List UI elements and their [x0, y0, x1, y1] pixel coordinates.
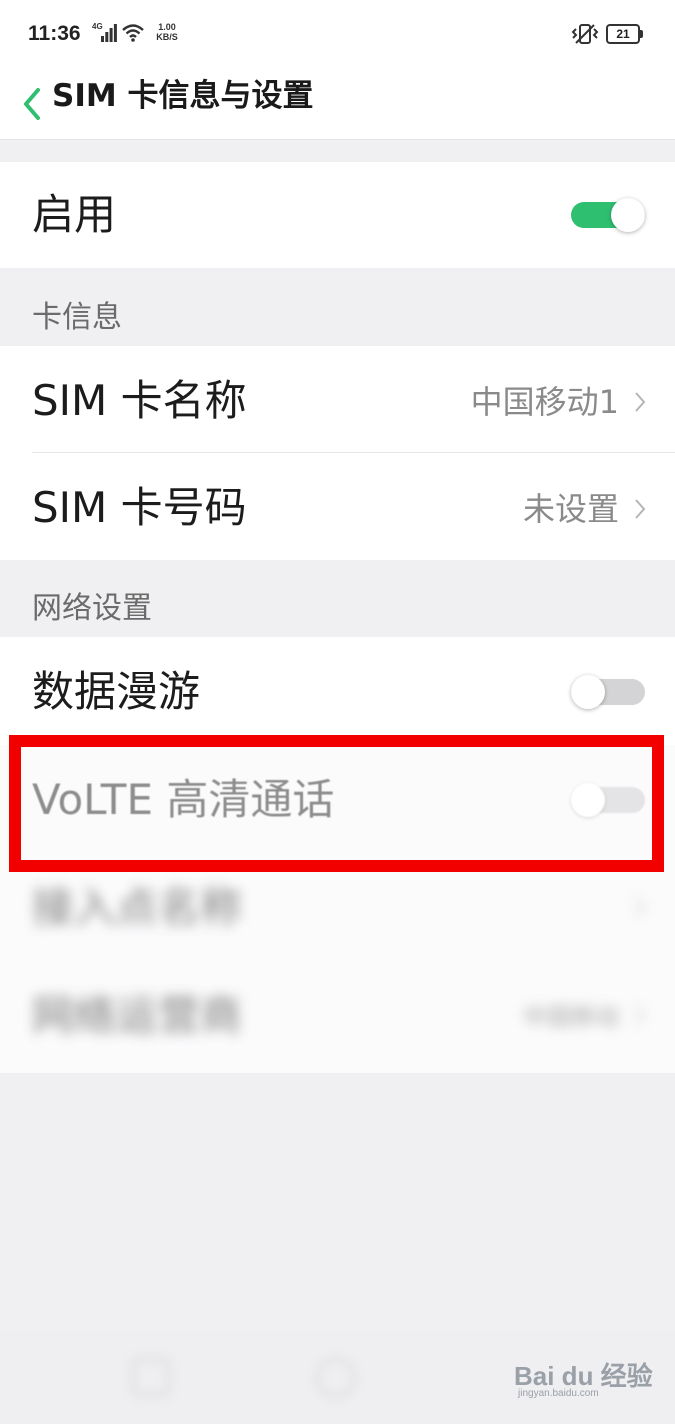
sim-number-value: 未设置	[522, 490, 619, 528]
watermark-url: jingyan.baidu.com	[518, 1388, 599, 1399]
card-info-section-title: 卡信息	[32, 300, 122, 335]
highlight-annotation-box	[9, 735, 664, 872]
sim-name-label: SIM 卡名称	[32, 376, 247, 425]
status-time: 11:36	[28, 22, 81, 45]
chevron-right-icon	[635, 499, 646, 519]
enable-sim-toggle[interactable]	[571, 198, 645, 232]
chevron-right-icon	[635, 392, 646, 412]
data-roaming-toggle[interactable]	[571, 675, 645, 709]
chevron-right-icon	[635, 1005, 646, 1025]
card-info-group: SIM 卡名称 中国移动1 SIM 卡号码 未设置	[0, 346, 675, 560]
status-bar: 11:36 4G 1.00 KB/S 21	[0, 0, 675, 70]
baidu-jingyan-watermark: Bai du 经验 jingyan.baidu.com	[514, 1350, 654, 1400]
network-speed: 1.00 KB/S	[150, 22, 184, 42]
battery-indicator: 21	[606, 24, 644, 44]
title-bar: SIM 卡信息与设置	[0, 70, 675, 140]
enable-sim-label: 启用	[32, 190, 117, 239]
sim-name-value: 中国移动1	[470, 383, 619, 421]
home-icon[interactable]	[316, 1358, 356, 1398]
network-speed-unit: KB/S	[156, 32, 178, 42]
chevron-left-icon[interactable]	[16, 78, 52, 130]
network-speed-value: 1.00	[158, 22, 176, 32]
data-roaming-label: 数据漫游	[32, 667, 201, 716]
sim-number-row[interactable]: SIM 卡号码 未设置	[0, 453, 675, 560]
sim-name-row[interactable]: SIM 卡名称 中国移动1	[0, 346, 675, 452]
recent-apps-icon[interactable]	[132, 1358, 170, 1396]
cell-signal-icon	[101, 24, 117, 42]
sim-number-label: SIM 卡号码	[32, 483, 247, 532]
battery-level: 21	[616, 27, 630, 41]
network-operator-value: 中国移动	[523, 1003, 619, 1031]
network-operator-label: 网络运营商	[32, 991, 243, 1040]
apn-label: 接入点名称	[32, 883, 243, 932]
page-title: SIM 卡信息与设置	[52, 78, 314, 114]
enable-sim-row[interactable]: 启用	[0, 162, 675, 268]
wifi-icon	[122, 24, 144, 42]
network-operator-row[interactable]: 网络运营商 中国移动	[0, 961, 675, 1069]
chevron-right-icon	[635, 897, 646, 917]
network-settings-section-title: 网络设置	[32, 591, 152, 626]
vibrate-mode-icon	[571, 24, 599, 44]
data-roaming-row[interactable]: 数据漫游	[0, 637, 675, 745]
